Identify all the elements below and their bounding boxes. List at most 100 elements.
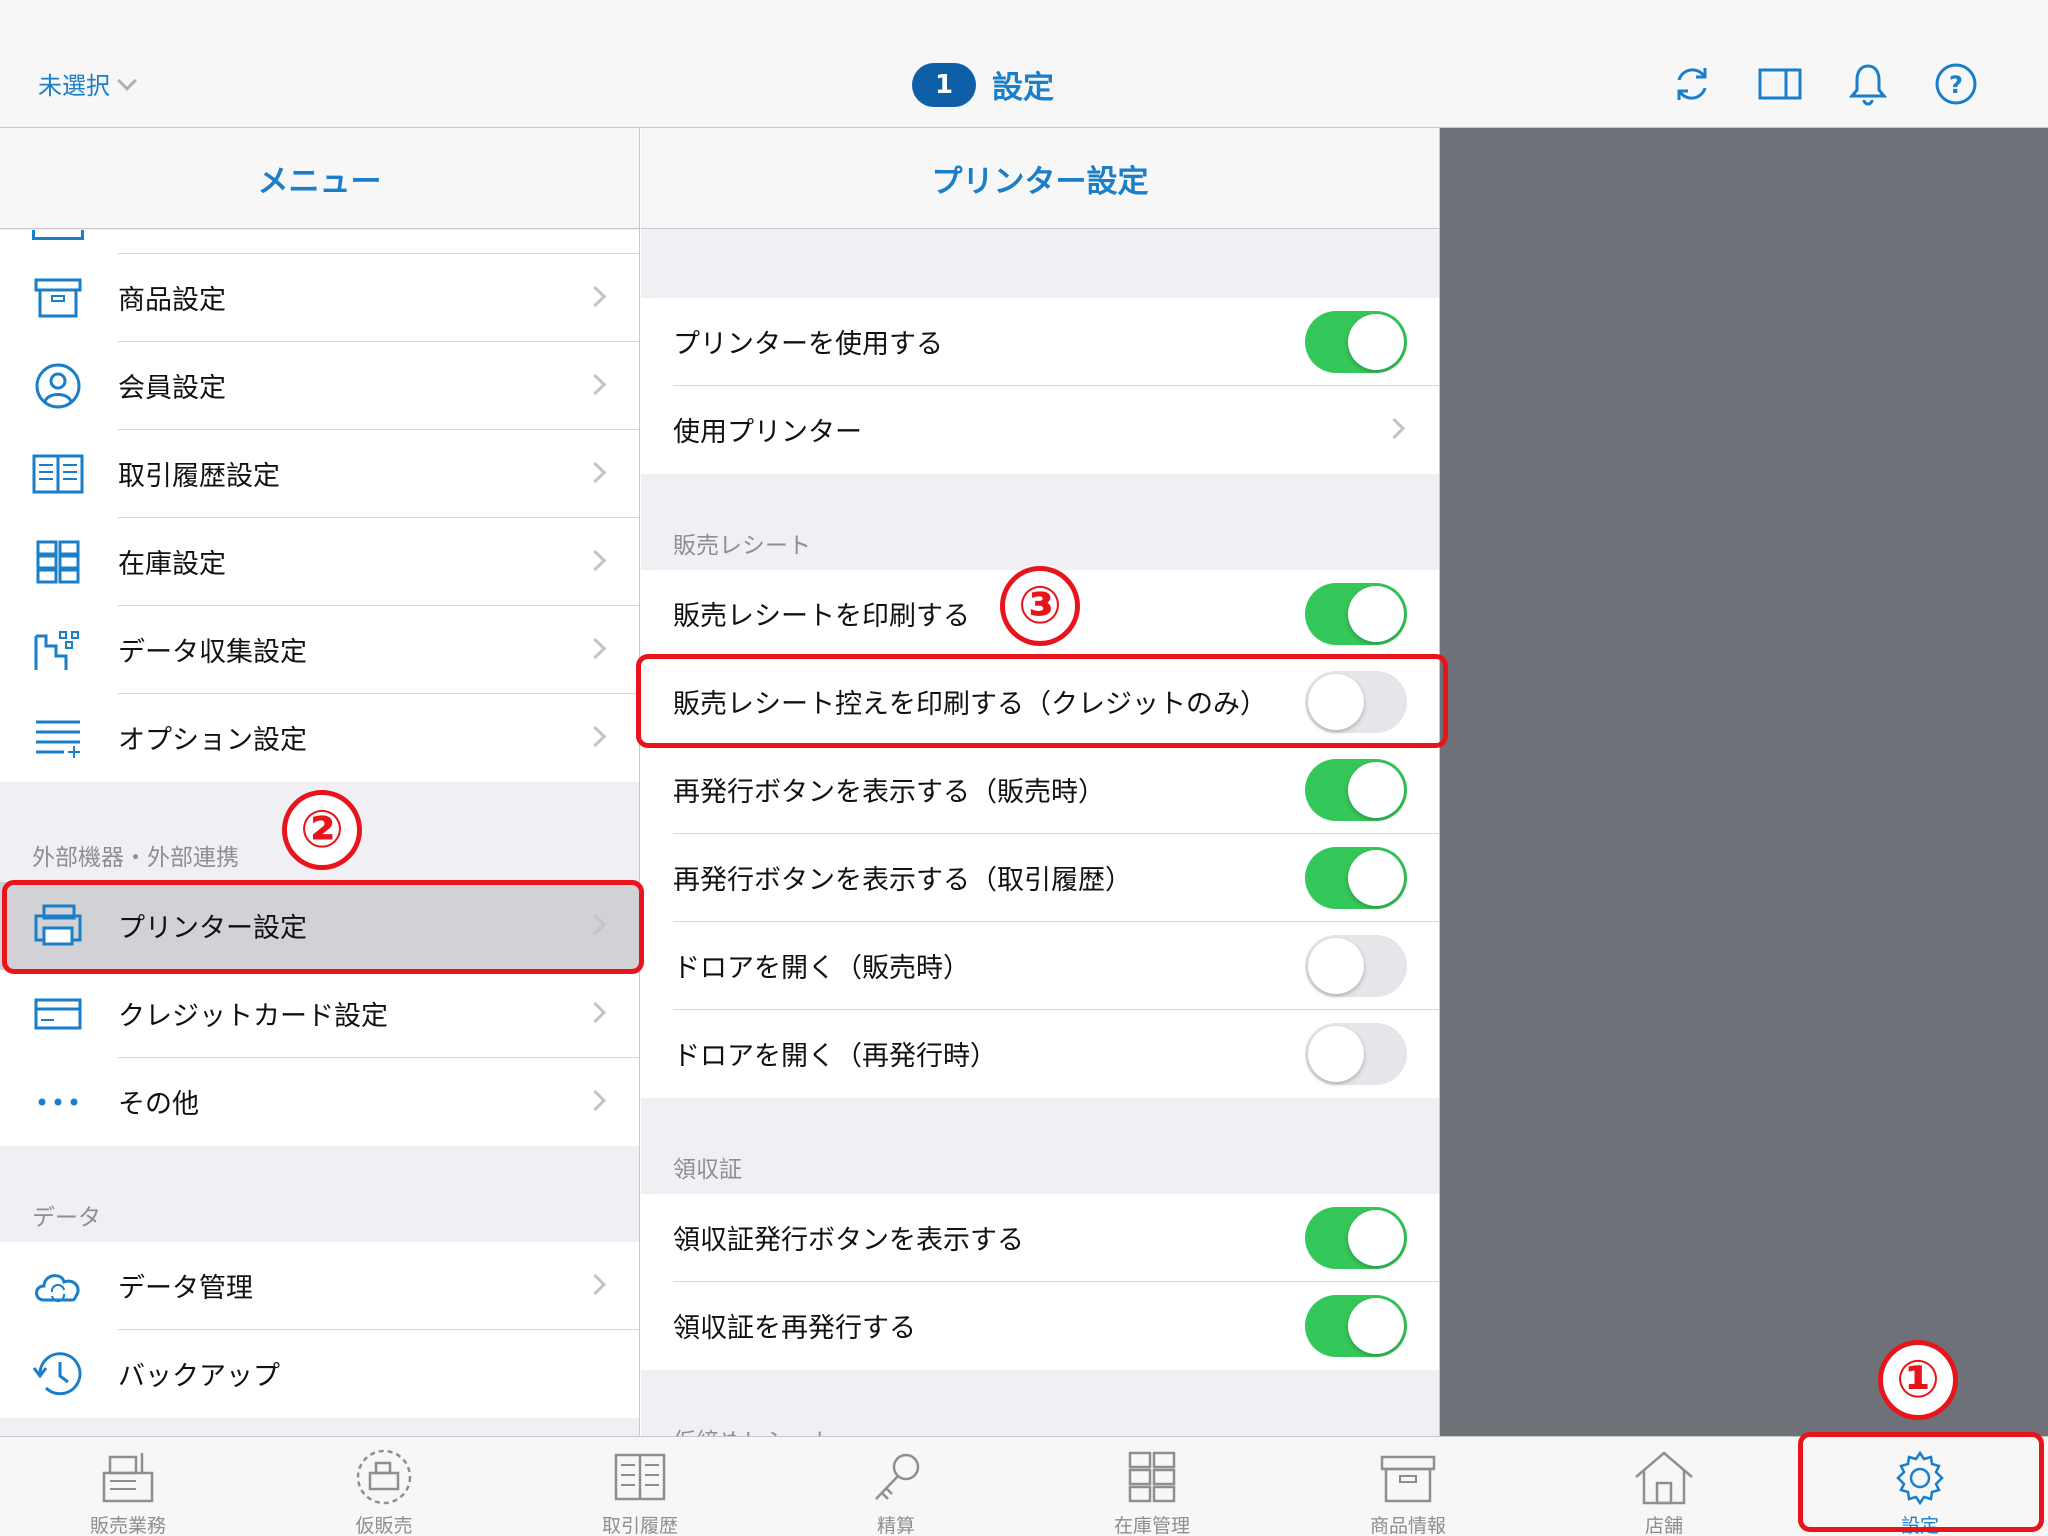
menu-item-product-settings[interactable]: 商品設定 (0, 254, 639, 342)
annotation-highlight-receipt-copy (636, 654, 1448, 748)
menu-item-label: その他 (118, 1089, 199, 1120)
setting-label: 使用プリンター (673, 417, 862, 448)
menu-header: メニュー (0, 128, 639, 229)
setting-row-printer-select[interactable]: 使用プリンター (641, 386, 1439, 474)
setting-row-reissue-button-sale: 再発行ボタンを表示する（販売時） (641, 746, 1439, 834)
list-plus-icon (36, 720, 80, 758)
chevron-right-icon (584, 637, 607, 660)
cabinet-icon (1128, 1451, 1176, 1503)
bell-icon[interactable] (1846, 62, 1890, 106)
store-selector[interactable]: 未選択 (38, 66, 137, 101)
box-icon (34, 278, 82, 318)
more-icon (38, 1098, 78, 1106)
menu-item-label: 取引履歴設定 (118, 461, 280, 492)
tab-bar: 販売業務 仮販売 取引履歴 精算 在庫管理 商品情報 店舗 設定 (0, 1436, 2048, 1536)
detail-panel: プリンター設定 プリンターを使用する 使用プリンター 販売レシート 販売レシート… (641, 128, 1440, 1436)
tab-temp-sale[interactable]: 仮販売 (256, 1437, 512, 1536)
tab-product-info[interactable]: 商品情報 (1280, 1437, 1536, 1536)
store-selector-label: 未選択 (38, 72, 110, 100)
tab-label: 取引履歴 (601, 1515, 678, 1536)
tab-label: 販売業務 (89, 1515, 166, 1536)
credit-card-icon (34, 998, 82, 1030)
toggle-print-sales-receipt[interactable] (1305, 583, 1407, 645)
temp-sale-icon (356, 1449, 412, 1505)
menu-panel: メニュー 商品設定 会員設定 取引履歴設定 在庫設定 データ収集設定 オプション… (0, 128, 640, 1436)
setting-label: 領収証を再発行する (673, 1313, 916, 1344)
tab-history[interactable]: 取引履歴 (512, 1437, 768, 1536)
toggle-receipt-reissue[interactable] (1305, 1295, 1407, 1357)
menu-item-member-settings[interactable]: 会員設定 (0, 342, 639, 430)
menu-item-label: クレジットカード設定 (118, 1001, 388, 1032)
menu-item-data-collection-settings[interactable]: データ収集設定 (0, 606, 639, 694)
toggle-reissue-button-history[interactable] (1305, 847, 1407, 909)
section-header-partial: 仮締めレシート (673, 1422, 834, 1436)
tab-settlement[interactable]: 精算 (768, 1437, 1024, 1536)
person-icon (35, 363, 81, 409)
history-icon (32, 1352, 82, 1396)
toggle-receipt-button[interactable] (1305, 1207, 1407, 1269)
tab-store[interactable]: 店舗 (1536, 1437, 1792, 1536)
help-icon[interactable]: ? (1934, 62, 1978, 106)
menu-item-label: 商品設定 (118, 285, 226, 316)
partial-icon (32, 230, 84, 240)
setting-label: 再発行ボタンを表示する（販売時） (673, 777, 1105, 808)
notification-count-badge: 1 (912, 62, 976, 107)
section-header-external: 外部機器・外部連携 (32, 845, 239, 871)
menu-item-label: データ収集設定 (118, 637, 307, 668)
toggle-open-drawer-reissue[interactable] (1305, 1023, 1407, 1085)
toggle-open-drawer-sale[interactable] (1305, 935, 1407, 997)
menu-item-data-management[interactable]: データ管理 (0, 1242, 639, 1330)
chevron-right-icon (584, 373, 607, 396)
section-header-sales-receipt: 販売レシート (673, 533, 811, 559)
chevron-right-icon (584, 1273, 607, 1296)
tab-inventory[interactable]: 在庫管理 (1024, 1437, 1280, 1536)
menu-item-label: 会員設定 (118, 373, 226, 404)
menu-item-credit-card-settings[interactable]: クレジットカード設定 (0, 970, 639, 1058)
setting-row-open-drawer-sale: ドロアを開く（販売時） (641, 922, 1439, 1010)
setting-label: ドロアを開く（再発行時） (673, 1041, 997, 1072)
cabinet-icon (36, 540, 80, 584)
menu-item-partial[interactable] (0, 230, 639, 254)
chevron-right-icon (1383, 417, 1406, 440)
history-book-icon (614, 1453, 666, 1501)
tab-label: 商品情報 (1369, 1515, 1446, 1536)
menu-item-option-settings[interactable]: オプション設定 (0, 694, 639, 782)
svg-text:?: ? (1949, 71, 1963, 99)
chevron-right-icon (584, 725, 607, 748)
chevron-right-icon (584, 285, 607, 308)
toggle-use-printer[interactable] (1305, 311, 1407, 373)
setting-row-use-printer: プリンターを使用する (641, 298, 1439, 386)
register-icon (102, 1453, 154, 1503)
setting-row-reissue-button-history: 再発行ボタンを表示する（取引履歴） (641, 834, 1439, 922)
menu-item-history-settings[interactable]: 取引履歴設定 (0, 430, 639, 518)
section-header-receipt: 領収証 (673, 1157, 742, 1183)
tab-label: 仮販売 (355, 1515, 413, 1536)
setting-label: 販売レシートを印刷する (673, 601, 970, 632)
toggle-reissue-button-sale[interactable] (1305, 759, 1407, 821)
empty-detail-area (1440, 128, 2048, 1436)
menu-item-inventory-settings[interactable]: 在庫設定 (0, 518, 639, 606)
setting-label: 領収証発行ボタンを表示する (673, 1225, 1024, 1256)
chevron-right-icon (584, 461, 607, 484)
chevron-right-icon (584, 1089, 607, 1112)
refresh-icon[interactable] (1670, 62, 1714, 106)
menu-item-label: オプション設定 (118, 725, 307, 756)
setting-label: ドロアを開く（販売時） (673, 953, 970, 984)
menu-item-other[interactable]: その他 (0, 1058, 639, 1146)
split-view-icon[interactable] (1758, 62, 1802, 106)
annotation-highlight-settings-tab (1798, 1432, 2044, 1532)
menu-item-backup[interactable]: バックアップ (0, 1330, 639, 1418)
tab-sales[interactable]: 販売業務 (0, 1437, 256, 1536)
annotation-step-3: ③ (1000, 566, 1080, 646)
chevron-right-icon (584, 549, 607, 572)
page-title: 設定 (992, 70, 1054, 106)
store-icon (1635, 1451, 1693, 1505)
box-icon (1380, 1455, 1436, 1503)
setting-row-receipt-reissue: 領収証を再発行する (641, 1282, 1439, 1370)
book-icon (32, 454, 84, 494)
tab-label: 在庫管理 (1113, 1515, 1190, 1536)
setting-row-receipt-button: 領収証発行ボタンを表示する (641, 1194, 1439, 1282)
tab-label: 精算 (876, 1515, 915, 1536)
chevron-right-icon (584, 1001, 607, 1024)
key-icon (875, 1453, 920, 1500)
